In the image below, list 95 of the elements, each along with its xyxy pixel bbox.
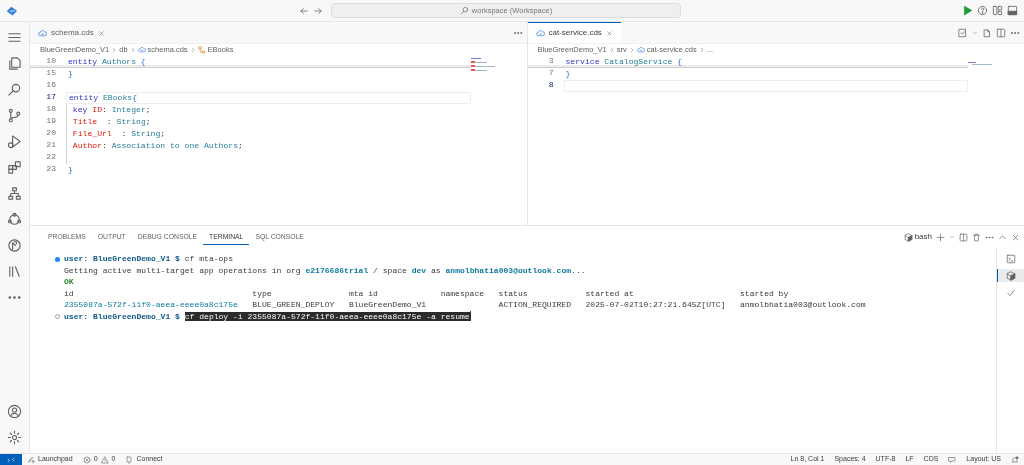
line-number: 7 bbox=[547, 67, 555, 80]
code-line: } bbox=[564, 67, 572, 80]
extensions-icon[interactable] bbox=[7, 160, 22, 175]
check-icon bbox=[1006, 287, 1016, 298]
terminal-icon bbox=[1006, 253, 1016, 264]
line-number: 3 bbox=[547, 55, 555, 68]
line-number: 8 bbox=[547, 79, 555, 92]
line-number: 17 bbox=[45, 91, 57, 104]
column-header: namespace bbox=[440, 287, 486, 299]
hierarchy-icon[interactable] bbox=[7, 186, 22, 201]
column-header: mta id bbox=[348, 287, 379, 299]
network-icon[interactable] bbox=[7, 212, 22, 227]
menu-icon[interactable] bbox=[7, 30, 22, 45]
entity-icon bbox=[197, 46, 206, 54]
terminal-line: user: BlueGreenDemo_V1 $ cf mta-ops bbox=[64, 253, 996, 265]
terminal-list-item[interactable] bbox=[997, 269, 1024, 282]
remote-icon bbox=[7, 455, 15, 464]
cds-file-icon bbox=[535, 28, 545, 38]
line-number: 10 bbox=[45, 55, 57, 68]
open-file-icon[interactable] bbox=[982, 27, 992, 38]
chevron-icon bbox=[111, 47, 118, 53]
settings-icon[interactable] bbox=[7, 430, 22, 445]
line-number: 16 bbox=[45, 79, 57, 92]
error-icon bbox=[82, 455, 91, 464]
terminal-profile-button[interactable]: bash bbox=[903, 231, 932, 243]
help-icon[interactable] bbox=[977, 5, 988, 16]
feedback-icon[interactable] bbox=[948, 455, 957, 464]
run-debug-icon[interactable] bbox=[7, 134, 22, 149]
remote-button[interactable] bbox=[0, 454, 22, 465]
table-cell-text: 2355087a-572f-11f0-aeea-eeee0a8c175e bbox=[64, 299, 239, 311]
table-cell-text: BlueGreenDemo_V1 bbox=[348, 299, 428, 311]
code-line: File_Url : String; bbox=[66, 127, 471, 140]
code-line: } bbox=[67, 67, 74, 80]
table-cell-text: anmolbhatia003@outlook.com bbox=[740, 299, 867, 311]
line-number: 20 bbox=[45, 127, 57, 140]
column-header: type bbox=[252, 287, 273, 299]
close-icon[interactable] bbox=[605, 29, 613, 37]
split-editor-icon[interactable] bbox=[996, 27, 1006, 38]
table-cell-text: ACTION_REQUIRED bbox=[498, 299, 572, 311]
code-line: key ID: Integer; bbox=[66, 103, 471, 116]
layout-icon[interactable] bbox=[992, 5, 1003, 16]
maximize-panel-icon[interactable] bbox=[998, 232, 1007, 242]
line-number: 23 bbox=[45, 163, 57, 176]
table-cell-text: BLUE_GREEN_DEPLOY bbox=[252, 299, 336, 311]
table-cell-text: 2025-07-02T10:27:21.645Z[UTC] bbox=[585, 299, 727, 311]
chevron-icon bbox=[129, 47, 136, 53]
minimap-drawing bbox=[470, 58, 495, 71]
delete-icon[interactable] bbox=[972, 232, 981, 242]
cds-file-icon bbox=[137, 46, 146, 54]
column-header: started at bbox=[585, 287, 635, 299]
cube-icon bbox=[1006, 270, 1016, 281]
column-header: id bbox=[64, 287, 75, 299]
close-icon[interactable] bbox=[1011, 232, 1020, 242]
minimap-drawing bbox=[968, 62, 992, 66]
code-line: Author: Association to one Authors; bbox=[66, 139, 471, 152]
terminal-line: Getting active multi-target app operations in org e2176686trial / space dev as anmolbhatia003@outlook.com... bbox=[64, 264, 587, 276]
code-line: service CatalogService { bbox=[564, 55, 684, 68]
terminal-line: OK bbox=[64, 276, 75, 288]
preview-icon[interactable] bbox=[958, 27, 968, 38]
source-control-icon[interactable] bbox=[7, 108, 22, 123]
code-line: entity Authors { bbox=[67, 55, 147, 68]
line-number: 19 bbox=[45, 115, 57, 128]
back-arrow-icon[interactable] bbox=[299, 5, 309, 16]
panel-toggle-icon[interactable] bbox=[1007, 5, 1018, 16]
warning-icon bbox=[100, 455, 109, 464]
chevron-icon bbox=[189, 47, 196, 53]
chevron-icon bbox=[698, 47, 705, 53]
column-header: status bbox=[498, 287, 529, 299]
library-icon[interactable] bbox=[7, 264, 22, 279]
account-icon[interactable] bbox=[7, 404, 22, 419]
cube-icon bbox=[903, 232, 913, 242]
column-header: started by bbox=[740, 287, 790, 299]
notifications-icon[interactable] bbox=[1011, 455, 1019, 464]
line-number: 18 bbox=[45, 103, 57, 116]
cds-file-icon bbox=[38, 28, 47, 38]
chevron-icon bbox=[608, 47, 615, 53]
new-terminal-icon[interactable] bbox=[936, 232, 945, 242]
line-number: 15 bbox=[45, 67, 57, 80]
route-icon[interactable] bbox=[7, 238, 22, 253]
explorer-icon[interactable] bbox=[7, 56, 22, 71]
close-icon[interactable] bbox=[97, 29, 105, 37]
line-number: 22 bbox=[45, 151, 57, 164]
line-number: 21 bbox=[45, 139, 57, 152]
code-line: } bbox=[67, 163, 74, 176]
search-icon bbox=[459, 6, 469, 15]
app-logo-icon bbox=[6, 4, 18, 17]
split-terminal-icon[interactable] bbox=[959, 232, 968, 242]
forward-arrow-icon[interactable] bbox=[313, 5, 323, 16]
editor-tab[interactable]: cat-service.cds bbox=[527, 22, 621, 43]
search-icon[interactable] bbox=[7, 82, 22, 97]
code-line: Title : String; bbox=[66, 115, 471, 128]
terminal-line: user: BlueGreenDemo_V1 $ cf deploy -i 2355087a-572f-11f0-aeea-eeee0a8c175e -a resume bbox=[64, 310, 996, 322]
cds-file-icon bbox=[636, 46, 645, 54]
chevron-icon bbox=[628, 47, 635, 53]
run-icon[interactable] bbox=[962, 5, 973, 16]
